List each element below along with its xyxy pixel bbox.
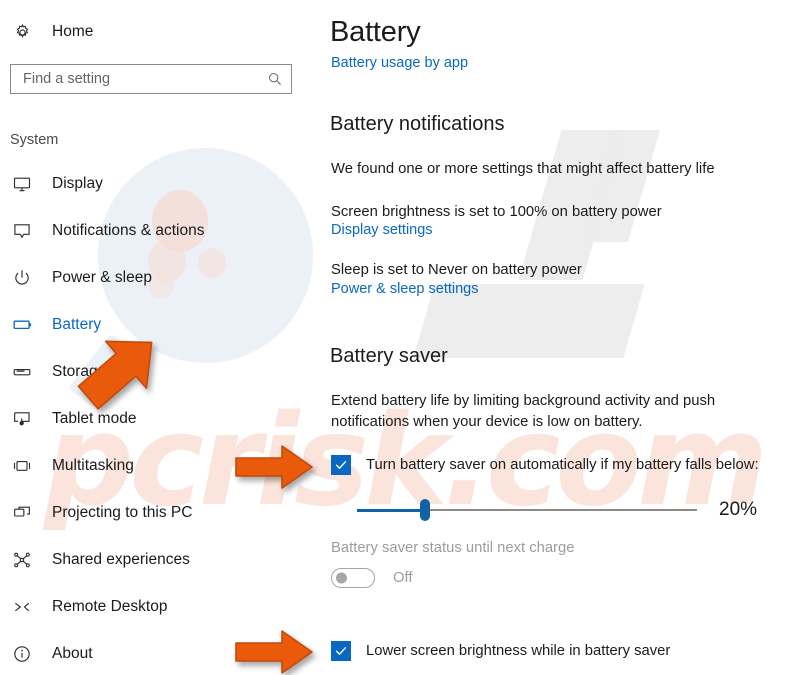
page-title: Battery	[330, 16, 421, 48]
sidebar-item-label: Power & sleep	[52, 268, 152, 286]
toggle-knob	[336, 572, 347, 584]
screen-brightness-text: Screen brightness is set to 100% on batt…	[331, 204, 662, 220]
sidebar-item-label: Display	[52, 174, 103, 192]
notification-bubble-icon	[11, 220, 33, 242]
battery-saver-description: Extend battery life by limiting backgrou…	[331, 393, 716, 430]
auto-battery-saver-checkbox-row[interactable]: Turn battery saver on automatically if m…	[331, 455, 759, 475]
slider-track-fill	[357, 508, 425, 512]
sidebar-item-projecting-to-this-pc[interactable]: Projecting to this PC	[0, 489, 320, 536]
search-box[interactable]	[10, 64, 292, 94]
auto-battery-saver-checkbox[interactable]	[331, 455, 351, 475]
battery-usage-by-app-link[interactable]: Battery usage by app	[331, 55, 468, 71]
battery-threshold-slider-row[interactable]: 20%	[357, 494, 787, 526]
lower-brightness-label: Lower screen brightness while in battery…	[366, 643, 671, 659]
battery-saver-toggle-row[interactable]: Off	[331, 568, 412, 588]
sidebar-item-label: Multitasking	[52, 456, 134, 474]
gear-icon	[11, 21, 33, 43]
sidebar-item-display[interactable]: Display	[0, 160, 320, 207]
battery-warning-text: We found one or more settings that might…	[331, 161, 715, 177]
arrow-pointing-auto-checkbox	[232, 443, 316, 496]
sleep-setting-text: Sleep is set to Never on battery power	[331, 262, 582, 278]
power-icon	[11, 267, 33, 289]
projecting-icon	[11, 502, 33, 524]
sidebar-item-shared-experiences[interactable]: Shared experiences	[0, 536, 320, 583]
sidebar-item-label: Shared experiences	[52, 550, 190, 568]
power-sleep-settings-link[interactable]: Power & sleep settings	[331, 281, 479, 297]
battery-saver-toggle[interactable]	[331, 568, 375, 588]
arrow-pointing-battery-nav	[72, 327, 168, 418]
auto-battery-saver-label: Turn battery saver on automatically if m…	[366, 457, 759, 473]
sidebar-item-notifications-actions[interactable]: Notifications & actions	[0, 207, 320, 254]
remote-desktop-icon	[11, 596, 33, 618]
battery-saver-toggle-state: Off	[393, 570, 413, 586]
sidebar-section-header: System	[10, 132, 59, 148]
home-nav-item[interactable]: Home	[10, 17, 93, 47]
multitasking-icon	[11, 455, 33, 477]
shared-experiences-icon	[11, 549, 33, 571]
arrow-pointing-lower-brightness-checkbox	[232, 628, 316, 675]
sidebar-item-label: Remote Desktop	[52, 597, 168, 615]
sidebar-item-power-sleep[interactable]: Power & sleep	[0, 254, 320, 301]
search-input[interactable]	[23, 71, 267, 87]
battery-threshold-slider[interactable]	[357, 499, 697, 521]
content-pane: Battery Battery usage by app Battery not…	[330, 0, 790, 675]
lower-brightness-checkbox[interactable]	[331, 641, 351, 661]
battery-saver-status-label: Battery saver status until next charge	[331, 540, 575, 556]
tablet-mode-icon	[11, 408, 33, 430]
monitor-icon	[11, 173, 33, 195]
storage-drive-icon	[11, 361, 33, 383]
sidebar-item-label: Notifications & actions	[52, 221, 205, 239]
battery-notifications-heading: Battery notifications	[330, 113, 505, 135]
settings-window: pcrisk.com Home System	[0, 0, 790, 675]
home-label: Home	[52, 23, 94, 40]
battery-icon	[11, 314, 33, 336]
slider-value-label: 20%	[719, 499, 758, 520]
display-settings-link[interactable]: Display settings	[331, 222, 433, 238]
lower-brightness-checkbox-row[interactable]: Lower screen brightness while in battery…	[331, 641, 670, 661]
sidebar-item-label: About	[52, 644, 93, 662]
sidebar-item-remote-desktop[interactable]: Remote Desktop	[0, 583, 320, 630]
battery-saver-heading: Battery saver	[330, 345, 448, 367]
search-icon[interactable]	[267, 71, 283, 87]
info-icon	[11, 643, 33, 665]
sidebar-item-label: Projecting to this PC	[52, 503, 193, 521]
slider-thumb[interactable]	[420, 499, 430, 521]
